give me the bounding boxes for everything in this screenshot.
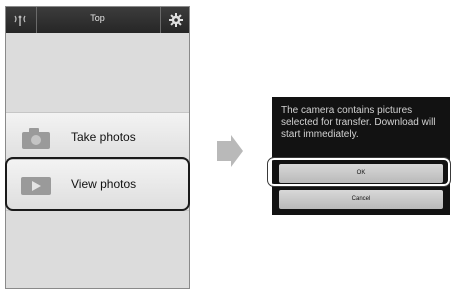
page-title: Top (90, 13, 105, 23)
camera-icon (22, 128, 50, 149)
ok-highlight (267, 157, 451, 187)
phone-screen: Top Take photos View photos (5, 6, 190, 289)
top-bar: Top (6, 7, 189, 33)
arrow-right-icon (217, 135, 243, 167)
gear-icon[interactable] (168, 12, 184, 28)
cancel-button[interactable]: Cancel (279, 190, 443, 209)
dialog-message: The camera contains pictures selected fo… (281, 105, 436, 140)
selection-highlight (5, 157, 190, 211)
transfer-dialog: The camera contains pictures selected fo… (272, 97, 450, 215)
menu-item-label: Take photos (71, 130, 136, 144)
top-bar-divider (160, 7, 161, 33)
